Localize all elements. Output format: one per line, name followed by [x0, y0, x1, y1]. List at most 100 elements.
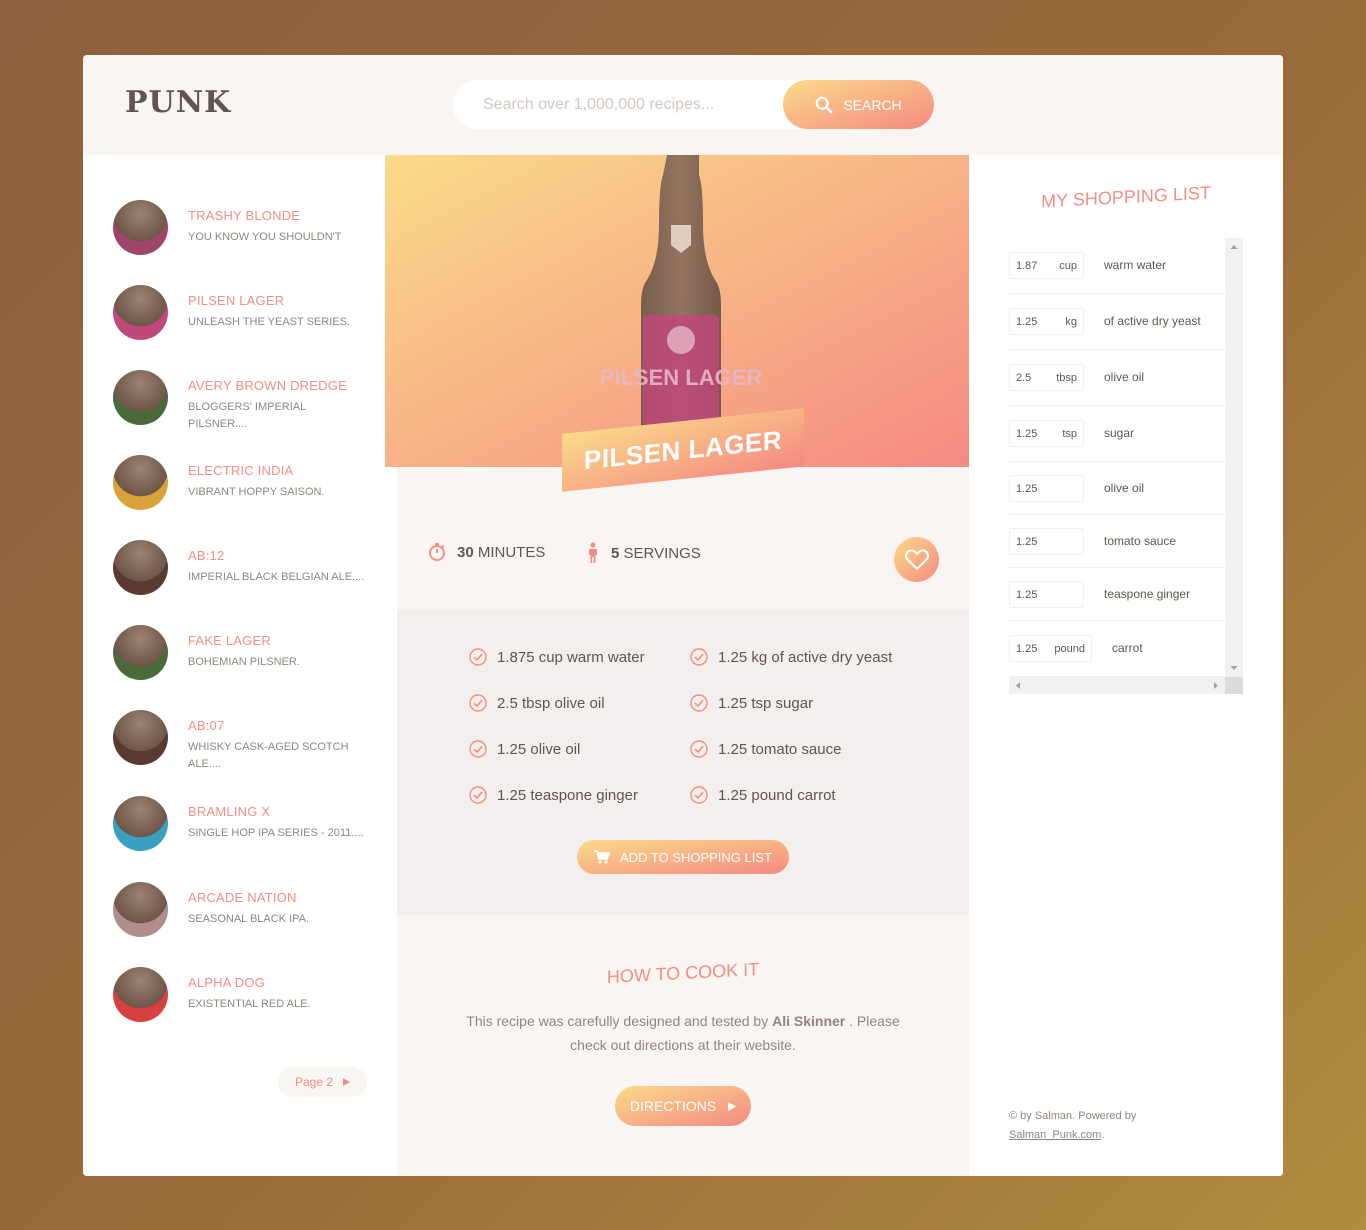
result-title: AB:07 [188, 718, 225, 733]
result-item[interactable]: Trashy Blonde You Know You Shouldn't [113, 200, 383, 256]
servings-value: 5 [611, 544, 620, 562]
scroll-up-icon[interactable] [1225, 240, 1243, 254]
scroll-left-icon[interactable] [1011, 677, 1025, 694]
search-input[interactable] [453, 80, 793, 129]
result-item[interactable]: Fake Lager Bohemian Pilsner. [113, 625, 383, 681]
quantity-value: 1.25 [1016, 316, 1038, 328]
result-title: Electric India [188, 463, 294, 478]
ingredient-text: 1.875 cup warm water [497, 648, 645, 666]
quantity-input[interactable]: 1.25 tsp [1009, 420, 1084, 447]
ingredient-item: 2.5 tbsp olive oil [469, 694, 605, 712]
quantity-unit: tsp [1062, 428, 1077, 440]
minutes-value: 30 [457, 543, 474, 561]
result-item[interactable]: Pilsen Lager Unleash the Yeast Series. [113, 285, 383, 341]
result-subtitle: Bloggers' Imperial Pilsner.... [188, 401, 306, 430]
result-subtitle: Whisky Cask-Aged Scotch Ale.... [188, 741, 349, 770]
quantity-unit: tbsp [1056, 372, 1077, 384]
result-data: Trashy Blonde You Know You Shouldn't [188, 200, 341, 246]
copyright-text: © by Salman. Powered by [1009, 1110, 1137, 1122]
shopping-item-description: of active dry yeast [1104, 314, 1201, 328]
result-item[interactable]: Avery Brown Dredge Bloggers' Imperial Pi… [113, 370, 383, 430]
scroll-right-icon[interactable] [1209, 677, 1223, 694]
result-item[interactable]: AB:12 Imperial Black Belgian Ale.... [113, 540, 383, 596]
check-circle-icon [469, 786, 487, 804]
search-button[interactable]: Search [783, 80, 934, 129]
result-item[interactable]: AB:07 Whisky Cask-Aged Scotch Ale.... [113, 710, 383, 770]
ingredient-item: 1.25 tomato sauce [690, 740, 841, 758]
result-item[interactable]: Bramling X Single Hop IPA Series - 2011.… [113, 796, 383, 852]
quantity-input[interactable]: 1.25 [1009, 475, 1084, 502]
quantity-input[interactable]: 1.25 [1009, 581, 1084, 608]
quantity-input[interactable]: 1.25 kg [1009, 308, 1084, 335]
result-data: Electric India Vibrant Hoppy Saison. [188, 455, 325, 501]
shopping-item-description: olive oil [1104, 481, 1145, 495]
app-container: PUNK Search Trashy Blonde You Know You S… [83, 55, 1283, 1176]
quantity-input[interactable]: 1.25 pound [1009, 635, 1092, 662]
shopping-item: 1.25 tsp sugar [1009, 406, 1225, 462]
check-circle-icon [469, 648, 487, 666]
ingredient-item: 1.25 tsp sugar [690, 694, 813, 712]
page-label: Page 2 [294, 1075, 334, 1089]
ingredient-text: 1.25 tomato sauce [718, 740, 842, 758]
bottle-label-text: PILSEN LAGER [600, 365, 763, 390]
results-list: Trashy Blonde You Know You Shouldn't Pil… [83, 155, 397, 1176]
ingredient-text: 1.25 kg of active dry yeast [718, 648, 893, 666]
result-item[interactable]: Alpha Dog Existential Red Ale. [113, 967, 383, 1023]
bookmark-button[interactable] [894, 537, 939, 582]
recipe-author: Ali Skinner [772, 1013, 846, 1029]
result-data: Avery Brown Dredge Bloggers' Imperial Pi… [188, 370, 368, 433]
recipe: PILSEN LAGER Pilsen Lager 30 minutes [385, 155, 979, 1176]
ingredient-item: 1.25 kg of active dry yeast [690, 648, 892, 666]
directions-text-part1: This recipe was carefully designed and t… [466, 1013, 769, 1029]
result-title: AB:12 [188, 548, 225, 563]
search-button-label: Search [843, 96, 902, 113]
directions-text: This recipe was carefully designed and t… [457, 1009, 909, 1057]
check-circle-icon [690, 648, 708, 666]
directions-button-label: Directions [629, 1098, 717, 1114]
shopping-item-description: carrot [1112, 641, 1143, 655]
beer-avatar [113, 455, 168, 510]
vertical-scrollbar[interactable] [1225, 238, 1243, 677]
result-subtitle: Imperial Black Belgian Ale.... [188, 571, 365, 583]
stopwatch-icon [429, 543, 445, 561]
quantity-value: 1.25 [1016, 483, 1038, 495]
logo: PUNK [125, 85, 232, 120]
recipe-time: 30 minutes [427, 542, 545, 562]
quantity-input[interactable]: 1.87 cup [1009, 252, 1084, 279]
copyright-link[interactable]: Salman_Punk.com [1009, 1129, 1101, 1141]
next-page-button[interactable]: Page 2 [278, 1067, 367, 1097]
result-subtitle: Bohemian Pilsner. [188, 656, 300, 668]
shopping-item-description: sugar [1104, 426, 1135, 440]
shopping-item-description: olive oil [1104, 370, 1145, 384]
shopping-item: 1.25 pound carrot [1009, 621, 1225, 677]
result-item[interactable]: Electric India Vibrant Hoppy Saison. [113, 455, 383, 511]
shopping-item: 2.5 tbsp olive oil [1009, 350, 1225, 406]
beer-avatar [113, 796, 168, 851]
result-subtitle: Unleash the Yeast Series. [188, 316, 351, 328]
quantity-input[interactable]: 2.5 tbsp [1009, 364, 1084, 391]
ingredient-item: 1.25 olive oil [469, 740, 580, 758]
result-title: Bramling X [188, 804, 271, 819]
search-icon [815, 96, 833, 113]
shopping-item: 1.25 teaspone ginger [1009, 568, 1225, 621]
quantity-input[interactable]: 1.25 [1009, 528, 1084, 555]
heart-icon [904, 548, 929, 570]
add-to-shopping-list-button[interactable]: Add to shopping list [577, 840, 789, 874]
result-subtitle: Vibrant Hoppy Saison. [188, 486, 325, 498]
horizontal-scrollbar[interactable] [1009, 677, 1225, 694]
result-item[interactable]: Arcade Nation Seasonal Black IPA. [113, 882, 383, 938]
ingredient-item: 1.25 teaspone ginger [469, 786, 638, 804]
copyright-period: . [1101, 1129, 1105, 1141]
directions-button[interactable]: Directions [615, 1086, 751, 1126]
directions-section: How to cook it This recipe was carefully… [397, 915, 969, 1176]
check-circle-icon [690, 740, 708, 758]
shopping-list-box: 1.25 pound carrot 1.25 teaspone ginger 1… [1009, 238, 1243, 694]
scroll-down-icon[interactable] [1225, 661, 1243, 675]
ingredients-section: 1.25 pound carrot 1.25 teaspone ginger 1… [397, 610, 969, 915]
result-data: Pilsen Lager Unleash the Yeast Series. [188, 285, 350, 331]
shopping-list: My Shopping List 1.25 pound carrot 1.25 … [969, 155, 1283, 1176]
ingredient-text: 1.25 teaspone ginger [497, 786, 638, 804]
quantity-value: 1.25 [1016, 536, 1038, 548]
result-data: Arcade Nation Seasonal Black IPA. [188, 882, 309, 928]
quantity-value: 2.5 [1016, 372, 1032, 384]
